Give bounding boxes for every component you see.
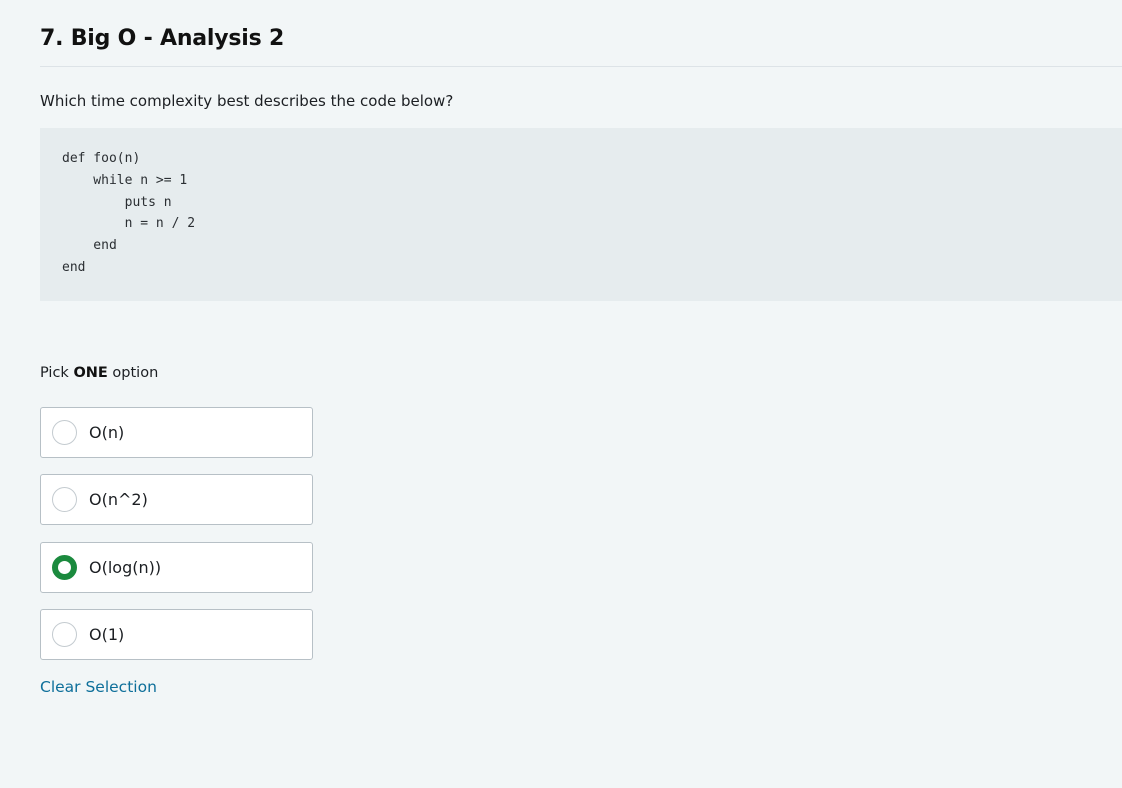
code-block: def foo(n) while n >= 1 puts n n = n / 2… [40, 128, 1122, 301]
radio-button[interactable] [52, 622, 77, 647]
question-page: 7. Big O - Analysis 2 Which time complex… [40, 0, 1122, 788]
code-line: end [62, 238, 117, 254]
option-label: O(log(n)) [89, 558, 162, 577]
code-line: puts n [62, 194, 172, 210]
radio-button[interactable] [52, 555, 77, 580]
option-label: O(1) [89, 625, 125, 644]
pick-suffix: option [107, 365, 159, 381]
code-line: end [62, 259, 86, 275]
option-o-n[interactable]: O(n) [40, 407, 313, 458]
code-line: def foo(n) [62, 151, 141, 166]
code-line: while n >= 1 [62, 172, 188, 188]
code-line: n = n / 2 [62, 216, 196, 232]
option-o-1[interactable]: O(1) [40, 609, 313, 660]
clear-selection-link[interactable]: Clear Selection [40, 678, 157, 696]
pick-emphasis: ONE [73, 365, 108, 381]
option-o-n-squared[interactable]: O(n^2) [40, 474, 313, 525]
question-title: 7. Big O - Analysis 2 [40, 26, 285, 51]
title-divider [40, 66, 1122, 67]
option-label: O(n) [89, 423, 125, 442]
option-label: O(n^2) [89, 490, 148, 509]
option-o-log-n[interactable]: O(log(n)) [40, 542, 313, 593]
radio-button[interactable] [52, 487, 77, 512]
pick-instruction: Pick ONE option [40, 365, 158, 381]
radio-button[interactable] [52, 420, 77, 445]
pick-prefix: Pick [40, 365, 74, 381]
question-prompt: Which time complexity best describes the… [40, 92, 454, 110]
